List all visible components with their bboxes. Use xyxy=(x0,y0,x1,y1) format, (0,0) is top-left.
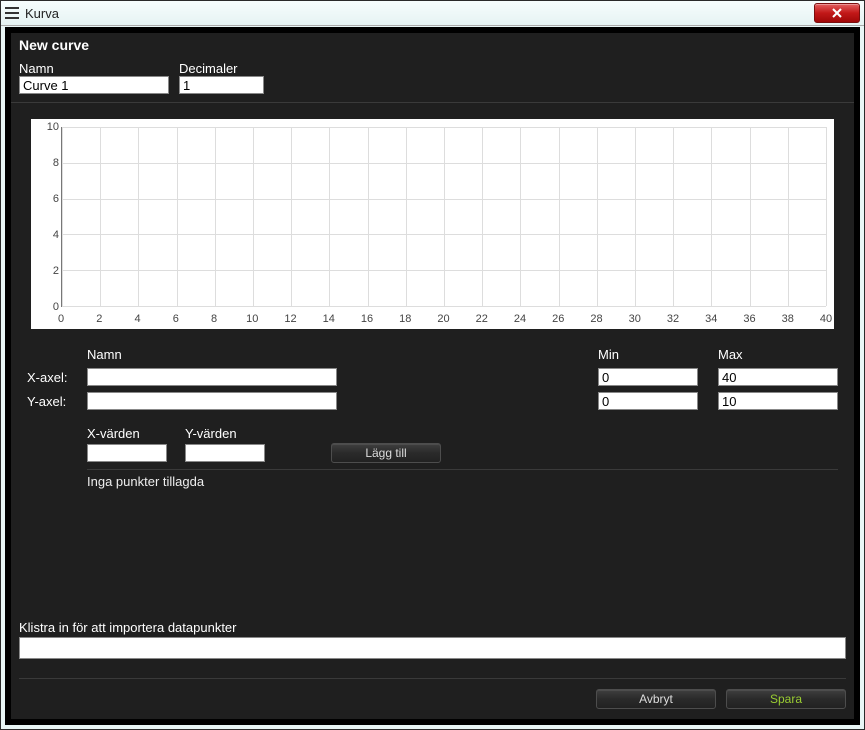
chart-x-tick: 36 xyxy=(743,313,755,325)
chart-x-tick: 34 xyxy=(705,313,717,325)
axes-col-min: Min xyxy=(598,347,698,362)
y-axis-min-input[interactable] xyxy=(598,392,698,410)
chart-x-tick: 40 xyxy=(820,313,832,325)
chart-x-tick: 38 xyxy=(782,313,794,325)
chart-x-tick: 4 xyxy=(134,313,140,325)
chart-x-tick: 14 xyxy=(323,313,335,325)
chart-x-tick: 18 xyxy=(399,313,411,325)
decimals-input[interactable] xyxy=(179,76,264,94)
chart-y-tick: 2 xyxy=(37,265,59,277)
axes-col-name: Namn xyxy=(87,347,337,362)
decimals-label: Decimaler xyxy=(179,61,264,76)
name-label: Namn xyxy=(19,61,169,76)
axes-section: Namn Min Max X-axel: Y-axel: xyxy=(19,341,846,416)
y-axis-max-input[interactable] xyxy=(718,392,838,410)
chart-x-tick: 28 xyxy=(590,313,602,325)
chart-x-tick: 16 xyxy=(361,313,373,325)
chart-x-tick: 0 xyxy=(58,313,64,325)
chart-section: 0246810024681012141618202224262830323436… xyxy=(19,111,846,333)
dialog-footer: Avbryt Spara xyxy=(19,678,846,709)
no-points-message: Inga punkter tillagda xyxy=(87,469,838,489)
curve-id-section: Namn Decimaler xyxy=(11,57,854,103)
chart-x-tick: 10 xyxy=(246,313,258,325)
point-y-input[interactable] xyxy=(185,444,265,462)
x-axis-max-input[interactable] xyxy=(718,368,838,386)
chart-y-tick: 8 xyxy=(37,157,59,169)
chart-x-tick: 20 xyxy=(437,313,449,325)
window-title: Kurva xyxy=(25,6,59,21)
y-axis-label: Y-axel: xyxy=(27,394,87,409)
chart-x-tick: 8 xyxy=(211,313,217,325)
client-area: New curve Namn Decimaler 024681002468 xyxy=(5,27,860,725)
import-label: Klistra in för att importera datapunkter xyxy=(19,620,846,635)
points-y-header: Y-värden xyxy=(185,426,265,441)
cancel-button[interactable]: Avbryt xyxy=(596,689,716,709)
chart-x-tick: 32 xyxy=(667,313,679,325)
chart-grid xyxy=(61,127,826,307)
page-title: New curve xyxy=(11,33,854,57)
chart-x-tick: 26 xyxy=(552,313,564,325)
chart-x-tick: 22 xyxy=(476,313,488,325)
x-axis-min-input[interactable] xyxy=(598,368,698,386)
y-axis-name-input[interactable] xyxy=(87,392,337,410)
chart-x-tick: 6 xyxy=(173,313,179,325)
x-axis-label: X-axel: xyxy=(27,370,87,385)
points-x-header: X-värden xyxy=(87,426,167,441)
chart-x-tick: 30 xyxy=(629,313,641,325)
points-section: X-värden Y-värden Lägg till Inga punkter… xyxy=(19,420,846,495)
import-section: Klistra in för att importera datapunkter xyxy=(19,620,846,659)
add-point-button[interactable]: Lägg till xyxy=(331,443,441,463)
chart-y-tick: 6 xyxy=(37,193,59,205)
chart-y-tick: 0 xyxy=(37,301,59,313)
chart-x-tick: 2 xyxy=(96,313,102,325)
point-x-input[interactable] xyxy=(87,444,167,462)
name-input[interactable] xyxy=(19,76,169,94)
save-button[interactable]: Spara xyxy=(726,689,846,709)
import-input[interactable] xyxy=(19,637,846,659)
menu-icon[interactable] xyxy=(5,7,19,19)
window-frame: Kurva New curve Namn Decimaler xyxy=(0,0,865,730)
chart-x-tick: 24 xyxy=(514,313,526,325)
chart-y-tick: 4 xyxy=(37,229,59,241)
chart-y-tick: 10 xyxy=(37,121,59,133)
chart-area: 0246810024681012141618202224262830323436… xyxy=(31,119,834,329)
titlebar: Kurva xyxy=(1,1,864,26)
main-panel: New curve Namn Decimaler 024681002468 xyxy=(11,33,854,719)
close-icon xyxy=(831,8,843,18)
x-axis-name-input[interactable] xyxy=(87,368,337,386)
axes-col-max: Max xyxy=(718,347,838,362)
close-button[interactable] xyxy=(814,3,860,23)
chart-x-tick: 12 xyxy=(284,313,296,325)
